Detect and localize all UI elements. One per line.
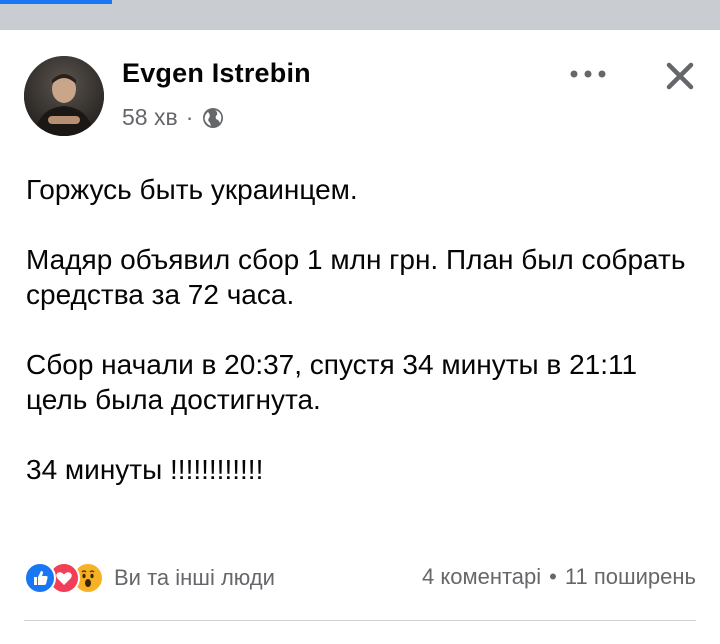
globe-icon[interactable] — [201, 106, 225, 130]
counts-separator: • — [549, 564, 557, 589]
reactions-summary[interactable]: Ви та інші люди — [24, 560, 275, 596]
close-icon — [666, 62, 694, 90]
post-paragraph: Горжусь быть украинцем. — [26, 174, 358, 205]
divider — [24, 620, 696, 621]
more-horizontal-icon — [570, 70, 606, 78]
avatar-image — [24, 56, 104, 136]
active-tab-indicator — [0, 0, 112, 4]
top-strip — [0, 0, 720, 30]
meta-separator: · — [185, 104, 194, 130]
post-text: Горжусь быть украинцем. Мадяр объявил сб… — [26, 172, 696, 487]
post-meta: 58 хв · — [122, 104, 225, 131]
avatar[interactable] — [24, 56, 104, 136]
like-icon — [24, 562, 56, 594]
close-button[interactable] — [654, 50, 706, 102]
comments-count[interactable]: 4 коментарі — [422, 564, 541, 590]
post-author-name[interactable]: Evgen Istrebin — [122, 58, 311, 89]
reactions-label: Ви та інші люди — [114, 565, 275, 590]
more-options-button[interactable] — [560, 56, 616, 92]
post-card: Evgen Istrebin 58 хв · Горжусь быть укра… — [0, 30, 720, 644]
post-paragraph: 34 минуты !!!!!!!!!!!! — [26, 454, 264, 485]
shares-count[interactable]: 11 поширень — [565, 564, 696, 590]
engagement-counts: 4 коментарі • 11 поширень — [422, 564, 696, 590]
post-paragraph: Сбор начали в 20:37, спустя 34 минуты в … — [26, 349, 638, 415]
post-paragraph: Мадяр объявил сбор 1 млн грн. План был с… — [26, 244, 686, 310]
post-timestamp[interactable]: 58 хв — [122, 104, 178, 131]
